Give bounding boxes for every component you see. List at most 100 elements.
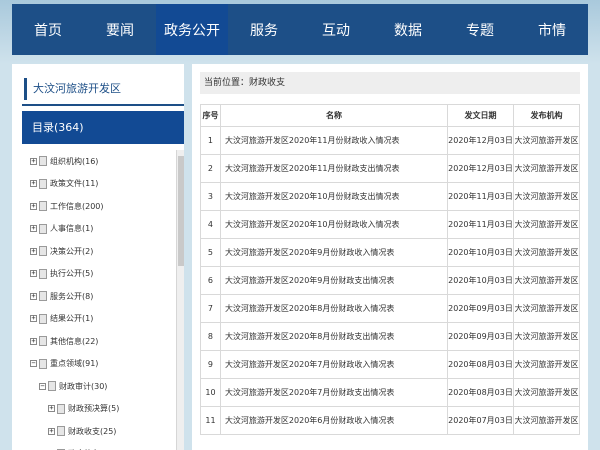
table-row: 5 大汶河旅游开发区2020年9月份财政收入情况表 2020年10月03日 大汶河旅游… — [200, 238, 580, 267]
tree-item[interactable]: +政府债务(0) — [30, 443, 180, 450]
expand-icon[interactable]: + — [30, 270, 37, 278]
folder-icon — [48, 381, 56, 392]
tree-item[interactable]: + 财政预决算(5) — [30, 398, 180, 421]
row-number: 2 — [200, 154, 221, 183]
folder-icon — [57, 426, 65, 437]
zone-divider — [22, 104, 184, 106]
tree-item[interactable]: − 财政审计(30) — [30, 375, 180, 398]
publish-date: 2020年09月03日 — [447, 322, 514, 351]
publishing-org: 大汶河旅游开发区 — [513, 238, 580, 267]
zone-title: 大汶河旅游开发区 — [24, 78, 184, 100]
nav-item-6[interactable]: 专题 — [444, 4, 516, 55]
main-nav: 首页 要闻 政务公开 服务 互动 数据 专题 市情 — [12, 4, 588, 55]
expand-icon[interactable]: + — [30, 315, 37, 323]
publish-date: 2020年10月03日 — [447, 266, 514, 295]
tree-item-label[interactable]: 财政收支(25) — [68, 426, 116, 437]
row-number: 5 — [200, 238, 221, 267]
publishing-org: 大汶河旅游开发区 — [513, 294, 580, 323]
folder-icon — [39, 313, 47, 324]
nav-item-0[interactable]: 首页 — [12, 4, 84, 55]
tree-item[interactable]: + 结果公开(1) — [30, 308, 180, 331]
document-link[interactable]: 大汶河旅游开发区2020年11月份财政收入情况表 — [219, 126, 449, 155]
expand-icon[interactable]: + — [48, 427, 55, 435]
publishing-org: 大汶河旅游开发区 — [513, 350, 580, 379]
publish-date: 2020年10月03日 — [447, 238, 514, 267]
publishing-org: 大汶河旅游开发区 — [513, 322, 580, 351]
expand-icon[interactable]: + — [30, 292, 37, 300]
folder-icon — [39, 336, 47, 347]
tree-item-label[interactable]: 工作信息(200) — [50, 201, 104, 212]
folder-icon — [39, 178, 47, 189]
tree-item-label[interactable]: 结果公开(1) — [50, 313, 93, 324]
catalog-tree: + 组织机构(16) + 政策文件(11) + 工作信息(200) + 人事信息(1) + 决策公… — [30, 150, 180, 450]
tree-item[interactable]: + 人事信息(1) — [30, 218, 180, 241]
tree-item[interactable]: + 执行公开(5) — [30, 263, 180, 286]
tree-scrollbar[interactable] — [176, 150, 184, 450]
tree-item[interactable]: + 服务公开(8) — [30, 285, 180, 308]
catalog-header[interactable]: 目录(364) — [22, 111, 184, 144]
publish-date: 2020年12月03日 — [447, 126, 514, 155]
tree-item[interactable]: + 其他信息(22) — [30, 330, 180, 353]
tree-item[interactable]: + 组织机构(16) — [30, 150, 180, 173]
folder-icon — [39, 358, 47, 369]
document-link[interactable]: 大汶河旅游开发区2020年11月份财政支出情况表 — [219, 154, 449, 183]
nav-item-1[interactable]: 要闻 — [84, 4, 156, 55]
tree-item-label[interactable]: 决策公开(2) — [50, 246, 93, 257]
document-link[interactable]: 大汶河旅游开发区2020年7月份财政收入情况表 — [219, 350, 449, 379]
nav-item-7[interactable]: 市情 — [516, 4, 588, 55]
tree-item-label[interactable]: 重点领域(91) — [50, 358, 98, 369]
table-row: 2 大汶河旅游开发区2020年11月份财政支出情况表 2020年12月03日 大汶河旅… — [200, 154, 580, 183]
content-panel: 当前位置：财政收支 序号 名称 发文日期 发布机构 1 大汶河旅游开发区2020年… — [192, 64, 588, 450]
document-link[interactable]: 大汶河旅游开发区2020年10月份财政收入情况表 — [219, 210, 449, 239]
tree-item[interactable]: + 政策文件(11) — [30, 173, 180, 196]
document-link[interactable]: 大汶河旅游开发区2020年9月份财政收入情况表 — [219, 238, 449, 267]
document-link[interactable]: 大汶河旅游开发区2020年8月份财政收入情况表 — [219, 294, 449, 323]
tree-item-label[interactable]: 财政预决算(5) — [68, 403, 119, 414]
tree-item-label[interactable]: 执行公开(5) — [50, 268, 93, 279]
publish-date: 2020年11月03日 — [447, 182, 514, 211]
nav-item-4[interactable]: 互动 — [300, 4, 372, 55]
tree-item[interactable]: + 财政收支(25) — [30, 420, 180, 443]
tree-item[interactable]: + 工作信息(200) — [30, 195, 180, 218]
table-row: 7 大汶河旅游开发区2020年8月份财政收入情况表 2020年09月03日 大汶河旅游… — [200, 294, 580, 323]
expand-icon[interactable]: + — [48, 405, 55, 413]
nav-item-5[interactable]: 数据 — [372, 4, 444, 55]
row-number: 11 — [200, 406, 221, 435]
tree-item[interactable]: − 重点领域(91) — [30, 353, 180, 376]
publishing-org: 大汶河旅游开发区 — [513, 126, 580, 155]
table-row: 10 大汶河旅游开发区2020年7月份财政支出情况表 2020年08月03日 大汶河旅… — [200, 378, 580, 407]
expand-icon[interactable]: + — [30, 337, 37, 345]
collapse-icon[interactable]: − — [30, 360, 37, 368]
publish-date: 2020年12月03日 — [447, 154, 514, 183]
document-link[interactable]: 大汶河旅游开发区2020年6月份财政收入情况表 — [219, 406, 449, 435]
tree-item-label[interactable]: 人事信息(1) — [50, 223, 93, 234]
publishing-org: 大汶河旅游开发区 — [513, 182, 580, 211]
document-link[interactable]: 大汶河旅游开发区2020年8月份财政支出情况表 — [219, 322, 449, 351]
document-link[interactable]: 大汶河旅游开发区2020年10月份财政支出情况表 — [219, 182, 449, 211]
folder-icon — [57, 403, 65, 414]
expand-icon[interactable]: + — [30, 225, 37, 233]
tree-item-label[interactable]: 服务公开(8) — [50, 291, 93, 302]
tree-item-label[interactable]: 政策文件(11) — [50, 178, 98, 189]
tree-item-label[interactable]: 组织机构(16) — [50, 156, 98, 167]
row-number: 4 — [200, 210, 221, 239]
document-link[interactable]: 大汶河旅游开发区2020年7月份财政支出情况表 — [219, 378, 449, 407]
scroll-thumb[interactable] — [178, 156, 184, 266]
publishing-org: 大汶河旅游开发区 — [513, 378, 580, 407]
tree-item-label[interactable]: 财政审计(30) — [59, 381, 107, 392]
expand-icon[interactable]: + — [30, 247, 37, 255]
expand-icon[interactable]: + — [30, 180, 37, 188]
expand-icon[interactable]: + — [30, 157, 37, 165]
collapse-icon[interactable]: − — [39, 382, 46, 390]
row-number: 8 — [200, 322, 221, 351]
folder-icon — [39, 246, 47, 257]
publish-date: 2020年07月03日 — [447, 406, 514, 435]
nav-item-3[interactable]: 服务 — [228, 4, 300, 55]
tree-item[interactable]: + 决策公开(2) — [30, 240, 180, 263]
nav-item-2[interactable]: 政务公开 — [156, 4, 228, 55]
document-link[interactable]: 大汶河旅游开发区2020年9月份财政支出情况表 — [219, 266, 449, 295]
expand-icon[interactable]: + — [30, 202, 37, 210]
publishing-org: 大汶河旅游开发区 — [513, 154, 580, 183]
tree-item-label[interactable]: 其他信息(22) — [50, 336, 98, 347]
folder-icon — [39, 201, 47, 212]
